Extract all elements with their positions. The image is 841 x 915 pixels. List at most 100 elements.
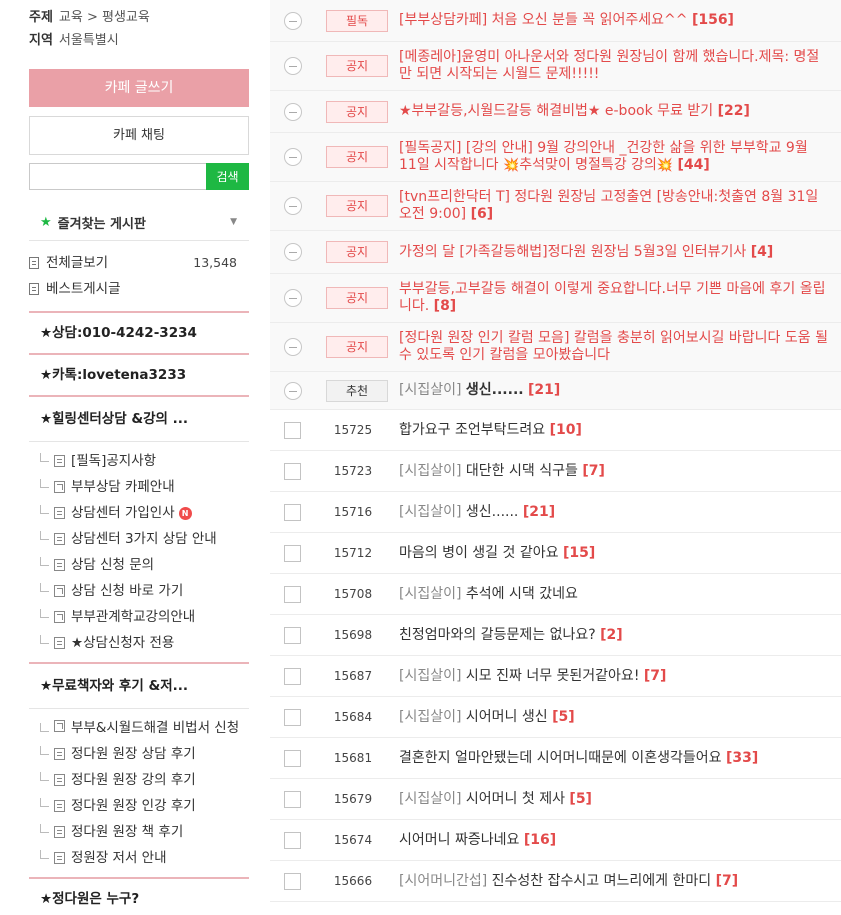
post-title[interactable]: [시어머니간섭] 진수성찬 잡수시고 며느리에게 한마디 [7]	[399, 873, 841, 890]
notice-title-text[interactable]: [정다원 원장 인기 칼럼 모음] 칼럼을 충분히 읽어보시길 바랍니다 도움 …	[399, 330, 828, 363]
comment-count[interactable]: [8]	[434, 298, 457, 314]
notice-row[interactable]: 필독 [부부상담카페] 처음 오신 분들 꼭 읽어주세요^^ [156]	[270, 0, 841, 42]
row-checkbox[interactable]	[284, 749, 301, 767]
notice-title[interactable]: [tvn프리한닥터 T] 정다원 원장님 고정출연 [방송안내:첫출연 8월 3…	[399, 189, 841, 223]
notice-row[interactable]: 공지 부부갈등,고부갈등 해결이 이렇게 중요합니다.너무 기쁜 마음에 후기 …	[270, 274, 841, 323]
board-item-label[interactable]: 정원장 저서 안내	[71, 845, 167, 871]
notice-row[interactable]: 공지 ★부부갈등,시월드갈등 해결비법★ e-book 무료 받기 [22]	[270, 91, 841, 133]
comment-count[interactable]: [16]	[524, 832, 556, 848]
post-title[interactable]: [시집살이] 생신...... [21]	[399, 382, 841, 399]
post-category[interactable]: [시집살이]	[399, 791, 461, 807]
board-item-consult-link[interactable]: 상담 신청 바로 가기	[29, 578, 249, 604]
board-item-notice[interactable]: [필독]공지사항	[29, 448, 249, 474]
post-category[interactable]: [시집살이]	[399, 504, 461, 520]
post-category[interactable]: [시집살이]	[399, 709, 461, 725]
post-title-text[interactable]: 시어머니 첫 제사	[466, 791, 565, 807]
collapse-icon[interactable]	[283, 197, 302, 215]
comment-count[interactable]: [6]	[471, 206, 494, 222]
board-item-label[interactable]: 부부&시월드해결 비법서 신청	[71, 720, 239, 736]
board-item-books[interactable]: 정원장 저서 안내	[29, 845, 249, 871]
board-item-greeting[interactable]: 상담센터 가입인사 N	[29, 500, 249, 526]
table-row[interactable]: 15708 [시집살이] 추석에 시댁 갔네요	[270, 574, 841, 615]
board-item-label[interactable]: 부부관계학교강의안내	[71, 604, 195, 630]
row-checkbox[interactable]	[284, 790, 301, 808]
notice-row[interactable]: 공지 [필독공지] [강의 안내] 9월 강의안내 _건강한 삶을 위한 부부학…	[270, 133, 841, 182]
board-item-label[interactable]: 정다원 원장 강의 후기	[71, 767, 196, 793]
board-item-label[interactable]: 정다원 원장 인강 후기	[71, 793, 196, 819]
notice-row[interactable]: 공지 [메종레아]윤영미 아나운서와 정다원 원장님이 함께 했습니다.제목: …	[270, 42, 841, 91]
collapse-icon[interactable]	[283, 381, 302, 400]
post-title-text[interactable]: 대단한 시댁 식구들	[466, 463, 578, 479]
row-checkbox[interactable]	[284, 831, 301, 849]
menu-best-posts-label[interactable]: 베스트게시글	[46, 276, 121, 302]
board-item-label[interactable]: 부부상담 카페안내	[71, 474, 175, 500]
row-checkbox[interactable]	[284, 708, 301, 726]
post-title[interactable]: [시집살이] 시어머니 생신 [5]	[399, 709, 841, 726]
comment-count[interactable]: [156]	[692, 12, 734, 28]
post-title[interactable]: 친정엄마와의 갈등문제는 없나요? [2]	[399, 627, 841, 644]
board-item-label[interactable]: [필독]공지사항	[71, 448, 156, 474]
dropdown-caret-icon[interactable]: ▼	[230, 217, 237, 227]
board-item-consult-guide[interactable]: 상담센터 3가지 상담 안내	[29, 526, 249, 552]
cafe-chat-button[interactable]: 카페 채팅	[29, 116, 249, 155]
collapse-icon[interactable]	[283, 57, 302, 75]
comment-count[interactable]: [2]	[600, 627, 623, 643]
collapse-icon[interactable]	[283, 289, 302, 307]
notice-title[interactable]: [필독공지] [강의 안내] 9월 강의안내 _건강한 삶을 위한 부부학교 9…	[399, 140, 841, 174]
comment-count[interactable]: [10]	[550, 422, 582, 438]
post-title-text[interactable]: 시어머니 짜증나네요	[399, 832, 519, 848]
post-title-text[interactable]: 생신......	[466, 382, 524, 398]
post-category[interactable]: [시어머니간섭]	[399, 873, 487, 889]
collapse-icon[interactable]	[283, 11, 302, 30]
post-title[interactable]: [시집살이] 시어머니 첫 제사 [5]	[399, 791, 841, 808]
post-title[interactable]: 합가요구 조언부탁드려요 [10]	[399, 422, 841, 439]
comment-count[interactable]: [33]	[726, 750, 758, 766]
menu-books-title[interactable]: ★무료책자와 후기 &저...	[29, 664, 249, 708]
collapse-icon[interactable]	[283, 338, 302, 356]
notice-title-text[interactable]: ★부부갈등,시월드갈등 해결비법★ e-book 무료 받기	[399, 103, 713, 119]
row-checkbox[interactable]	[284, 872, 301, 890]
post-title[interactable]: 결혼한지 얼마안됐는데 시어머니때문에 이혼생각들어요 [33]	[399, 750, 841, 767]
table-row[interactable]: 15716 [시집살이] 생신...... [21]	[270, 492, 841, 533]
row-checkbox[interactable]	[284, 462, 301, 480]
post-title-text[interactable]: 마음의 병이 생길 것 같아요	[399, 545, 558, 561]
post-title[interactable]: [시집살이] 시모 진짜 너무 못된거같아요! [7]	[399, 668, 841, 685]
notice-title-text[interactable]: [tvn프리한닥터 T] 정다원 원장님 고정출연 [방송안내:첫출연 8월 3…	[399, 189, 818, 222]
board-item-couple-school[interactable]: 부부관계학교강의안내	[29, 604, 249, 630]
comment-count[interactable]: [21]	[523, 504, 555, 520]
table-row[interactable]: 15679 [시집살이] 시어머니 첫 제사 [5]	[270, 779, 841, 820]
post-title[interactable]: [시집살이] 추석에 시댁 갔네요	[399, 586, 841, 603]
post-category[interactable]: [시집살이]	[399, 668, 461, 684]
comment-count[interactable]: [15]	[563, 545, 595, 561]
search-button[interactable]: 검색	[206, 163, 249, 190]
comment-count[interactable]: [7]	[582, 463, 605, 479]
post-category[interactable]: [시집살이]	[399, 463, 461, 479]
board-item-secret-book[interactable]: 부부&시월드해결 비법서 신청	[29, 715, 249, 741]
notice-title[interactable]: [정다원 원장 인기 칼럼 모음] 칼럼을 충분히 읽어보시길 바랍니다 도움 …	[399, 330, 841, 364]
notice-row[interactable]: 공지 [tvn프리한닥터 T] 정다원 원장님 고정출연 [방송안내:첫출연 8…	[270, 182, 841, 231]
board-item-label[interactable]: 정다원 원장 상담 후기	[71, 741, 196, 767]
notice-title[interactable]: 가정의 달 [가족갈등해법]정다원 원장님 5월3일 인터뷰기사 [4]	[399, 244, 841, 261]
post-category[interactable]: [시집살이]	[399, 382, 461, 398]
notice-title-text[interactable]: [부부상담카페] 처음 오신 분들 꼭 읽어주세요^^	[399, 12, 687, 28]
post-title[interactable]: 시어머니 짜증나네요 [16]	[399, 832, 841, 849]
post-title-text[interactable]: 친정엄마와의 갈등문제는 없나요?	[399, 627, 596, 643]
table-row[interactable]: 15712 마음의 병이 생길 것 같아요 [15]	[270, 533, 841, 574]
board-item-review[interactable]: 정다원 원장 강의 후기	[29, 767, 249, 793]
post-title[interactable]: 마음의 병이 생길 것 같아요 [15]	[399, 545, 841, 562]
comment-count[interactable]: [44]	[678, 157, 710, 173]
row-checkbox[interactable]	[284, 544, 301, 562]
notice-title-text[interactable]: 가정의 달 [가족갈등해법]정다원 원장님 5월3일 인터뷰기사	[399, 244, 746, 260]
comment-count[interactable]: [21]	[528, 382, 560, 398]
post-category[interactable]: [시집살이]	[399, 586, 461, 602]
post-title-text[interactable]: 결혼한지 얼마안됐는데 시어머니때문에 이혼생각들어요	[399, 750, 721, 766]
board-item-label[interactable]: 상담 신청 문의	[71, 552, 154, 578]
recommended-row[interactable]: 추천 [시집살이] 생신...... [21]	[270, 372, 841, 410]
cafe-write-button[interactable]: 카페 글쓰기	[29, 69, 249, 107]
notice-title-text[interactable]: 부부갈등,고부갈등 해결이 이렇게 중요합니다.너무 기쁜 마음에 후기 올립니…	[399, 281, 825, 314]
post-title-text[interactable]: 시어머니 생신	[466, 709, 548, 725]
collapse-icon[interactable]	[283, 148, 302, 166]
post-title-text[interactable]: 시모 진짜 너무 못된거같아요!	[466, 668, 640, 684]
row-checkbox[interactable]	[284, 626, 301, 644]
board-item-review[interactable]: 정다원 원장 인강 후기	[29, 793, 249, 819]
